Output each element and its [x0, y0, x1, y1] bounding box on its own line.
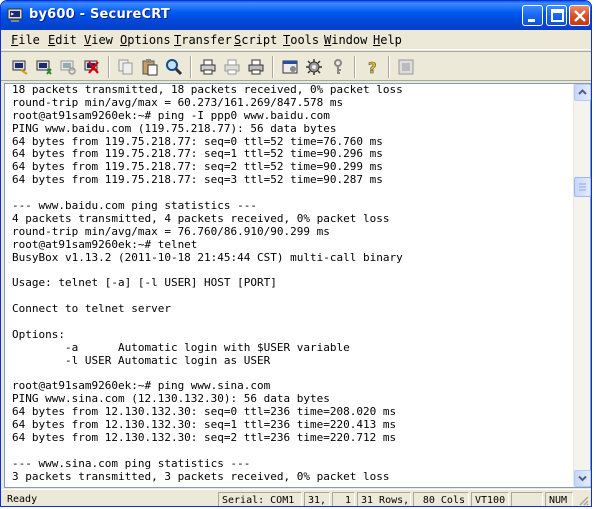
global-options-icon — [306, 59, 322, 75]
menu-file[interactable]: File — [11, 33, 40, 47]
chevron-down-icon — [578, 475, 587, 482]
window-title: by600 - SecureCRT — [29, 7, 170, 22]
terminal-line: root@at91sam9260ek:~# telnet — [12, 237, 198, 251]
paste-icon — [142, 59, 158, 76]
securecrt-window: by600 - SecureCRT File Edit View Options… — [0, 0, 592, 507]
sftp-button[interactable] — [395, 56, 417, 78]
disconnect-button[interactable] — [81, 56, 103, 78]
terminal-line: 64 bytes from 119.75.218.77: seq=3 ttl=5… — [12, 173, 383, 187]
toolbar-separator — [354, 56, 356, 78]
toolbar: ? — [1, 51, 591, 81]
terminal-line: PING www.baidu.com (119.75.218.77): 56 d… — [12, 121, 337, 135]
connect-button[interactable] — [9, 56, 31, 78]
quick-connect-icon — [36, 60, 52, 75]
resize-grip-icon[interactable] — [577, 494, 589, 506]
menu-script[interactable]: Script — [234, 33, 277, 47]
reconnect-button[interactable] — [57, 56, 79, 78]
print-icon-2 — [248, 59, 264, 75]
find-button[interactable] — [163, 56, 185, 78]
menu-help[interactable]: Help — [373, 33, 402, 47]
terminal-line: --- www.sina.com ping statistics --- — [12, 456, 251, 470]
copy-icon — [118, 59, 133, 75]
paste-button[interactable] — [139, 56, 161, 78]
terminal-line: 64 bytes from 12.130.132.30: seq=2 ttl=2… — [12, 431, 397, 445]
connect-icon — [12, 60, 28, 75]
print-setup-icon — [224, 59, 240, 75]
find-icon — [166, 59, 183, 76]
menu-bar: File Edit View Options Transfer Script T… — [1, 30, 591, 50]
close-icon — [574, 10, 586, 22]
maximize-button[interactable] — [546, 5, 567, 26]
global-options-button[interactable] — [303, 56, 325, 78]
menu-tools[interactable]: Tools — [283, 33, 319, 47]
chevron-up-icon — [578, 89, 587, 95]
toolbar-separator — [190, 56, 192, 78]
vertical-scrollbar[interactable] — [573, 84, 591, 487]
quick-connect-button[interactable] — [33, 56, 55, 78]
terminal-line: round-trip min/avg/max = 60.273/161.269/… — [12, 95, 344, 109]
status-cols: 80 Cols — [413, 492, 469, 506]
terminal-line: Connect to telnet server — [12, 302, 171, 316]
terminal-line: Usage: telnet [-a] [-l USER] HOST [PORT] — [12, 276, 277, 290]
minimize-button[interactable] — [522, 5, 543, 26]
menu-view[interactable]: View — [84, 33, 113, 47]
menu-window[interactable]: Window — [324, 33, 367, 47]
print-button[interactable] — [197, 56, 219, 78]
scroll-thumb[interactable] — [574, 177, 591, 197]
toolbar-separator — [272, 56, 274, 78]
terminal-line: -a Automatic login with $USER variable — [12, 340, 350, 354]
terminal-output[interactable]: 18 packets transmitted, 18 packets recei… — [5, 84, 573, 487]
terminal-line: 3 packets transmitted, 3 packets receive… — [12, 469, 390, 483]
app-icon[interactable] — [7, 7, 23, 23]
disconnect-icon — [84, 60, 99, 74]
status-rows: 31 Rows, — [357, 492, 411, 506]
help-icon: ? — [368, 59, 377, 76]
status-bar: Ready Serial: COM1 31, 1 31 Rows, 80 Col… — [1, 489, 591, 506]
status-row: 31, — [304, 492, 330, 506]
terminal-line: BusyBox v1.13.2 (2011-10-18 21:45:44 CST… — [12, 250, 403, 264]
terminal-line: --- www.baidu.com ping statistics --- — [12, 199, 258, 213]
grip-icon — [579, 183, 586, 191]
terminal-line: round-trip min/avg/max = 76.760/86.910/9… — [12, 224, 330, 238]
terminal-line: root@at91sam9260ek:~# ping -I ppp0 www.b… — [12, 108, 330, 122]
copy-button[interactable] — [115, 56, 137, 78]
reconnect-icon — [60, 60, 76, 75]
minimize-icon — [528, 19, 535, 22]
help-button[interactable]: ? — [361, 56, 383, 78]
menu-options[interactable]: Options — [120, 33, 171, 47]
print-icon — [200, 59, 216, 75]
key-icon — [334, 59, 342, 74]
terminal-line: Options: — [12, 327, 65, 341]
print-selection-button[interactable] — [245, 56, 267, 78]
toolbar-separator — [388, 56, 390, 78]
menu-edit[interactable]: Edit — [48, 33, 77, 47]
terminal-line: -l USER Automatic login as USER — [12, 353, 271, 367]
maximize-icon — [551, 9, 564, 22]
sftp-icon — [398, 59, 414, 75]
status-col: 1 — [332, 492, 355, 506]
title-bar[interactable]: by600 - SecureCRT — [1, 1, 591, 30]
toolbar-separator — [108, 56, 110, 78]
terminal-frame: 18 packets transmitted, 18 packets recei… — [4, 83, 591, 488]
session-options-button[interactable] — [279, 56, 301, 78]
svg-text:?: ? — [368, 59, 377, 76]
status-empty-cell — [511, 492, 543, 506]
status-ready: Ready — [7, 494, 38, 505]
status-num-lock: NUM — [545, 492, 573, 506]
scroll-up-button[interactable] — [574, 84, 591, 101]
scroll-down-button[interactable] — [574, 470, 591, 487]
terminal-line: 18 packets transmitted, 18 packets recei… — [12, 84, 403, 96]
status-serial: Serial: COM1 — [218, 492, 302, 506]
close-button[interactable] — [569, 5, 590, 26]
menu-transfer[interactable]: Transfer — [174, 33, 232, 47]
terminal-line: 4 packets transmitted, 4 packets receive… — [12, 211, 390, 225]
print-setup-button[interactable] — [221, 56, 243, 78]
status-terminal-type: VT100 — [471, 492, 509, 506]
keymap-button[interactable] — [327, 56, 349, 78]
session-options-icon — [282, 60, 298, 74]
